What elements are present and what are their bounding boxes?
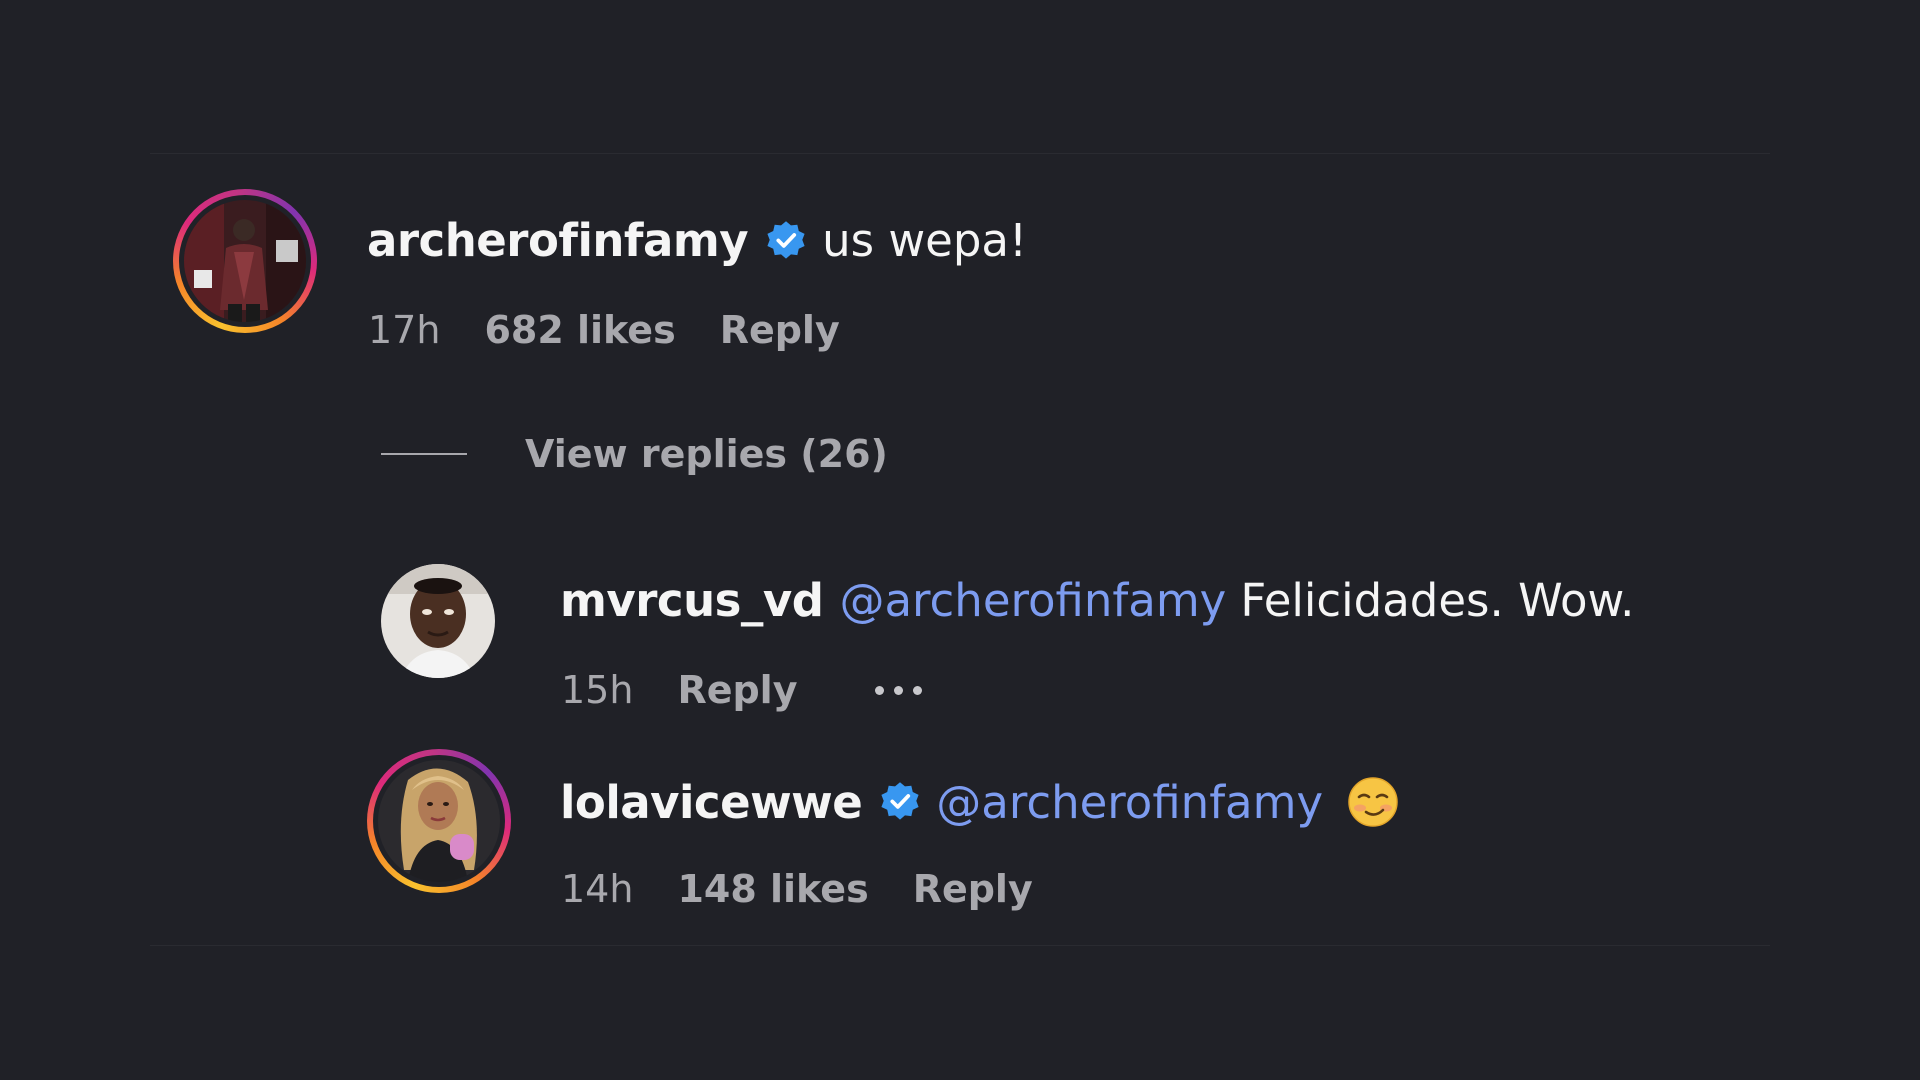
timestamp: 17h — [368, 308, 441, 352]
avatar-image — [184, 200, 306, 322]
reply-button[interactable]: Reply — [720, 311, 840, 349]
smirk-emoji-icon — [1348, 777, 1398, 827]
comment-meta: 17h 682 likes Reply — [368, 311, 840, 349]
likes-count[interactable]: 682 likes — [484, 311, 675, 349]
view-replies-label: View replies (26) — [525, 432, 888, 476]
view-replies-line — [381, 453, 467, 455]
reply-text: Felicidades. Wow. — [1240, 574, 1635, 627]
username[interactable]: lolavicewwe — [560, 780, 863, 825]
avatar-archerofinfamy[interactable] — [173, 189, 317, 333]
mention-link[interactable]: @archerofinfamy — [839, 578, 1226, 623]
reply-header: mvrcus_vd @archerofinfamy Felicidades. W… — [560, 578, 1634, 623]
avatar-mvrcus_vd[interactable] — [381, 564, 495, 678]
divider — [150, 153, 1770, 154]
username[interactable]: archerofinfamy — [367, 218, 749, 263]
likes-count[interactable]: 148 likes — [677, 870, 868, 908]
reply-button[interactable]: Reply — [677, 671, 797, 709]
verified-badge-icon — [767, 220, 805, 259]
avatar-lolavicewwe[interactable] — [367, 749, 511, 893]
timestamp: 14h — [561, 867, 634, 911]
avatar-image — [381, 564, 495, 678]
timestamp: 15h — [561, 668, 634, 712]
reply-meta: 15h Reply — [561, 668, 923, 712]
reply-button[interactable]: Reply — [913, 870, 1033, 908]
mention-link[interactable]: @archerofinfamy — [936, 780, 1323, 825]
divider — [150, 945, 1770, 946]
avatar-image — [378, 760, 500, 882]
verified-badge-icon — [881, 782, 919, 820]
comment-header: archerofinfamy us wepa! — [367, 218, 1027, 263]
username[interactable]: mvrcus_vd — [560, 578, 824, 623]
reply-header: lolavicewwe @archerofinfamy — [560, 776, 1399, 828]
comment-text: us wepa! — [822, 214, 1028, 267]
comments-panel: archerofinfamy us wepa! 17h 682 likes Re… — [0, 0, 1920, 1080]
ellipsis-icon[interactable] — [875, 685, 923, 695]
view-replies-button[interactable]: View replies (26) — [381, 432, 888, 476]
reply-meta: 14h 148 likes Reply — [561, 870, 1033, 908]
